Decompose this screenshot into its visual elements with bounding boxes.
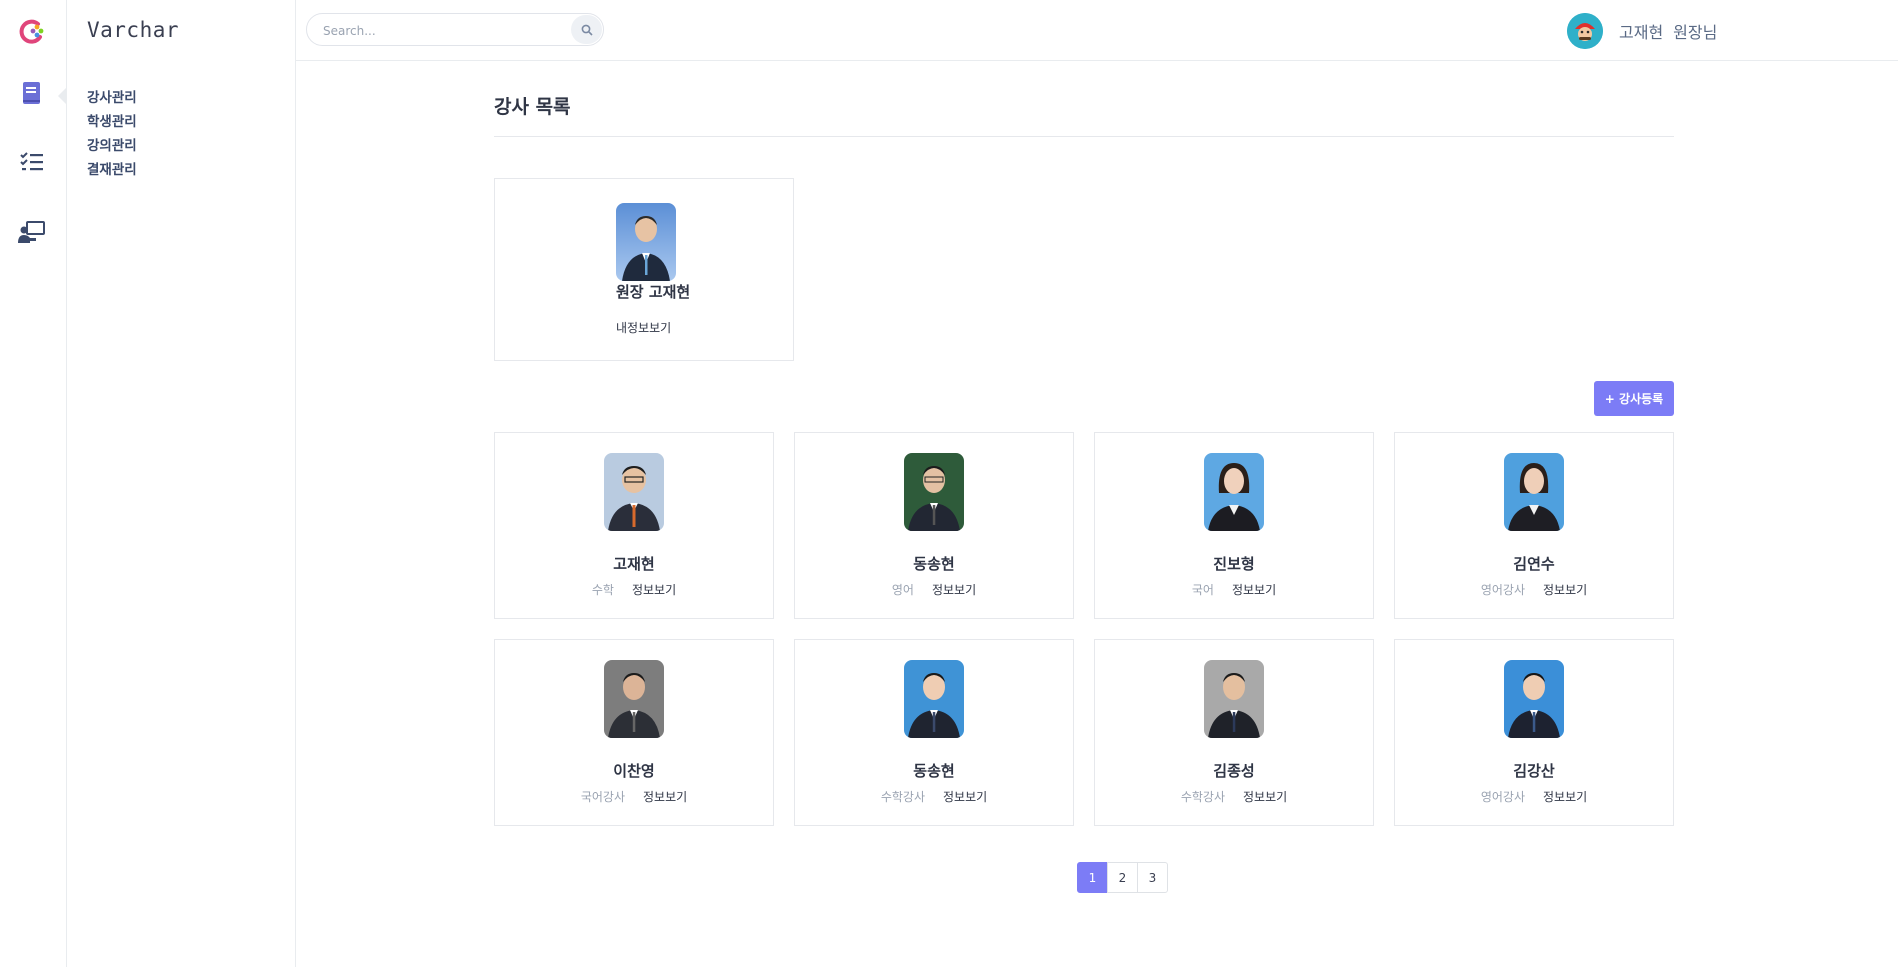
teacher-name: 동송현 [913, 555, 955, 573]
owner-card: 원장 고재현 내정보보기 [494, 178, 794, 361]
teacher-name: 동송현 [913, 762, 955, 780]
teacher-name: 고재현 [613, 555, 655, 573]
search-input[interactable] [321, 14, 555, 47]
user-name: 고재현 [1619, 23, 1664, 42]
teacher-info-link[interactable]: 정보보기 [943, 790, 987, 804]
search-icon [581, 24, 593, 36]
teacher-info-link[interactable]: 정보보기 [932, 583, 976, 597]
teacher-meta: 영어강사 정보보기 [1395, 581, 1673, 598]
owner-photo [616, 203, 676, 281]
brand-name: Varchar [87, 18, 180, 42]
teacher-card: 진보형 국어 정보보기 [1094, 432, 1374, 619]
teacher-subject: 수학강사 [880, 790, 925, 804]
teacher-subject: 영어강사 [1480, 790, 1525, 804]
user-role: 원장님 [1673, 23, 1718, 42]
teacher-name: 진보형 [1213, 555, 1255, 573]
avatar[interactable] [1567, 13, 1603, 49]
teacher-subject: 수학 [591, 583, 614, 597]
title-divider [494, 136, 1674, 137]
checklist-icon[interactable] [17, 147, 47, 177]
owner-name: 원장 고재현 [616, 283, 691, 301]
page-button-2[interactable]: 2 [1107, 862, 1138, 893]
top-header: 고재현 원장님 [296, 0, 1898, 61]
teacher-card: 김강산 영어강사 정보보기 [1394, 639, 1674, 826]
teacher-meta: 수학강사 정보보기 [1095, 788, 1373, 805]
teacher-meta: 영어 정보보기 [795, 581, 1073, 598]
teacher-photo [904, 453, 964, 531]
menu-item-teachers[interactable]: 강사관리 [87, 86, 137, 110]
menu-list: 강사관리 학생관리 강의관리 결재관리 [87, 86, 137, 182]
teacher-photo [1504, 660, 1564, 738]
teacher-info-link[interactable]: 정보보기 [632, 583, 676, 597]
page-button-3[interactable]: 3 [1137, 862, 1168, 893]
add-teacher-button[interactable]: + 강사등록 [1594, 381, 1674, 416]
pagination: 1 2 3 [1077, 862, 1168, 893]
app-logo-icon[interactable] [16, 16, 48, 48]
teacher-info-link[interactable]: 정보보기 [1543, 790, 1587, 804]
teacher-card: 동송현 수학강사 정보보기 [794, 639, 1074, 826]
search-box [306, 13, 604, 47]
teacher-card: 김종성 수학강사 정보보기 [1094, 639, 1374, 826]
active-indicator [58, 87, 67, 105]
page-button-1[interactable]: 1 [1077, 862, 1108, 893]
teacher-board-icon[interactable] [17, 217, 47, 247]
teacher-info-link[interactable]: 정보보기 [1543, 583, 1587, 597]
icon-rail [0, 0, 67, 967]
teacher-card: 이찬영 국어강사 정보보기 [494, 639, 774, 826]
teacher-card: 동송현 영어 정보보기 [794, 432, 1074, 619]
book-icon[interactable] [17, 78, 47, 108]
teacher-card: 고재현 수학 정보보기 [494, 432, 774, 619]
teacher-meta: 수학 정보보기 [495, 581, 773, 598]
teacher-photo [604, 453, 664, 531]
search-button[interactable] [571, 15, 602, 44]
teacher-meta: 영어강사 정보보기 [1395, 788, 1673, 805]
teacher-subject: 국어강사 [580, 790, 625, 804]
teacher-meta: 국어강사 정보보기 [495, 788, 773, 805]
teacher-photo [1204, 453, 1264, 531]
my-info-link[interactable]: 내정보보기 [616, 319, 671, 336]
teacher-info-link[interactable]: 정보보기 [1243, 790, 1287, 804]
teacher-info-link[interactable]: 정보보기 [643, 790, 687, 804]
teacher-name: 이찬영 [613, 762, 655, 780]
teacher-photo [904, 660, 964, 738]
teacher-photo [604, 660, 664, 738]
sidebar-menu: Varchar 강사관리 학생관리 강의관리 결재관리 [67, 0, 296, 967]
teacher-name: 김종성 [1213, 762, 1255, 780]
teacher-info-link[interactable]: 정보보기 [1232, 583, 1276, 597]
teacher-card: 김연수 영어강사 정보보기 [1394, 432, 1674, 619]
teacher-subject: 영어 [891, 583, 914, 597]
menu-item-approvals[interactable]: 결재관리 [87, 158, 137, 182]
teacher-meta: 국어 정보보기 [1095, 581, 1373, 598]
user-profile[interactable]: 고재현 원장님 [1567, 13, 1717, 49]
page-title: 강사 목록 [494, 96, 571, 118]
teacher-photo [1204, 660, 1264, 738]
teacher-subject: 영어강사 [1480, 583, 1525, 597]
teacher-subject: 수학강사 [1180, 790, 1225, 804]
teacher-name: 김연수 [1513, 555, 1555, 573]
teacher-subject: 국어 [1191, 583, 1214, 597]
teacher-meta: 수학강사 정보보기 [795, 788, 1073, 805]
menu-item-lectures[interactable]: 강의관리 [87, 134, 137, 158]
teacher-name: 김강산 [1513, 762, 1555, 780]
teacher-photo [1504, 453, 1564, 531]
menu-item-students[interactable]: 학생관리 [87, 110, 137, 134]
